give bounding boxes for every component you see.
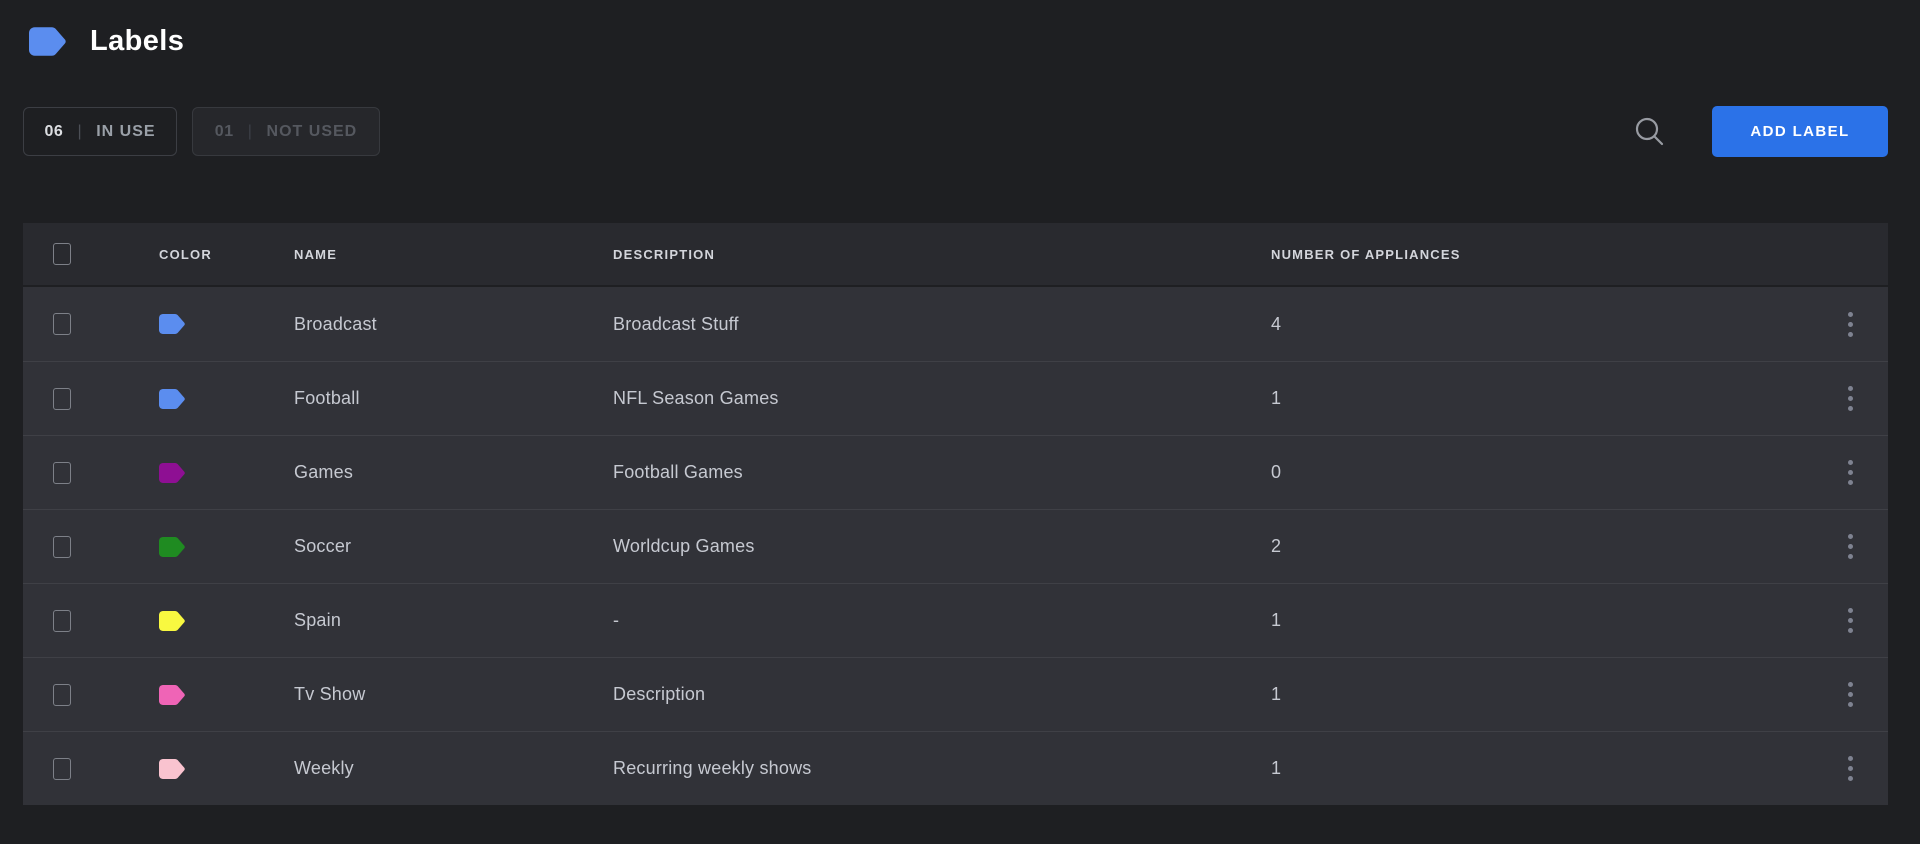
row-checkbox[interactable] <box>53 388 71 410</box>
filter-not-used-label: NOT USED <box>267 123 358 141</box>
row-checkbox[interactable] <box>53 462 71 484</box>
filter-not-used[interactable]: 01 | NOT USED <box>192 107 380 156</box>
filter-divider: | <box>248 123 253 141</box>
label-description: NFL Season Games <box>613 388 1271 409</box>
label-description: Worldcup Games <box>613 536 1271 557</box>
label-color-chip <box>159 611 185 631</box>
column-header-name: NAME <box>294 247 613 262</box>
label-color-chip <box>159 389 185 409</box>
appliance-count: 1 <box>1271 610 1812 631</box>
search-icon <box>1633 115 1667 149</box>
column-header-description: DESCRIPTION <box>613 247 1271 262</box>
filter-not-used-count: 01 <box>215 123 234 141</box>
table-row: Tv Show Description 1 <box>23 657 1888 731</box>
row-checkbox-cell <box>23 462 159 484</box>
appliance-count: 2 <box>1271 536 1812 557</box>
labels-page: Labels 06 | IN USE 01 | NOT USED ADD LAB… <box>0 0 1920 844</box>
row-color-cell <box>159 389 294 409</box>
label-name: Soccer <box>294 536 613 557</box>
row-menu-button[interactable] <box>1812 380 1888 417</box>
row-menu-button[interactable] <box>1812 528 1888 565</box>
row-color-cell <box>159 314 294 334</box>
row-checkbox[interactable] <box>53 684 71 706</box>
page-title: Labels <box>90 25 184 58</box>
label-description: - <box>613 610 1271 631</box>
row-menu-button[interactable] <box>1812 676 1888 713</box>
label-name: Games <box>294 462 613 483</box>
filter-in-use[interactable]: 06 | IN USE <box>23 107 177 156</box>
search-button[interactable] <box>1632 114 1668 150</box>
label-color-chip <box>159 537 185 557</box>
row-color-cell <box>159 611 294 631</box>
table-header-row: COLOR NAME DESCRIPTION NUMBER OF APPLIAN… <box>23 223 1888 285</box>
page-header: Labels <box>29 25 184 58</box>
row-checkbox-cell <box>23 758 159 780</box>
appliance-count: 1 <box>1271 684 1812 705</box>
label-description: Broadcast Stuff <box>613 314 1271 335</box>
row-menu-button[interactable] <box>1812 750 1888 787</box>
label-name: Weekly <box>294 758 613 779</box>
filter-in-use-label: IN USE <box>96 123 155 141</box>
row-checkbox-cell <box>23 684 159 706</box>
row-menu-button[interactable] <box>1812 454 1888 491</box>
label-description: Description <box>613 684 1271 705</box>
table-row: Weekly Recurring weekly shows 1 <box>23 731 1888 805</box>
column-header-color: COLOR <box>159 247 294 262</box>
row-checkbox-cell <box>23 610 159 632</box>
select-all-checkbox[interactable] <box>53 243 71 265</box>
row-color-cell <box>159 685 294 705</box>
row-color-cell <box>159 537 294 557</box>
label-tag-icon <box>29 26 66 57</box>
appliance-count: 4 <box>1271 314 1812 335</box>
add-label-button[interactable]: ADD LABEL <box>1712 106 1888 157</box>
label-color-chip <box>159 314 185 334</box>
row-color-cell <box>159 463 294 483</box>
toolbar: 06 | IN USE 01 | NOT USED ADD LABEL <box>23 106 1888 157</box>
row-menu-button[interactable] <box>1812 306 1888 343</box>
table-row: Football NFL Season Games 1 <box>23 361 1888 435</box>
row-checkbox-cell <box>23 313 159 335</box>
row-color-cell <box>159 759 294 779</box>
label-name: Spain <box>294 610 613 631</box>
table-row: Soccer Worldcup Games 2 <box>23 509 1888 583</box>
filter-divider: | <box>77 123 82 141</box>
label-name: Tv Show <box>294 684 613 705</box>
label-name: Football <box>294 388 613 409</box>
filter-in-use-count: 06 <box>44 123 63 141</box>
label-description: Football Games <box>613 462 1271 483</box>
row-checkbox[interactable] <box>53 313 71 335</box>
label-color-chip <box>159 463 185 483</box>
table-row: Games Football Games 0 <box>23 435 1888 509</box>
column-header-appliances: NUMBER OF APPLIANCES <box>1271 247 1812 262</box>
row-menu-button[interactable] <box>1812 602 1888 639</box>
row-checkbox[interactable] <box>53 758 71 780</box>
table-body: Broadcast Broadcast Stuff 4 Football NFL… <box>23 287 1888 805</box>
label-color-chip <box>159 685 185 705</box>
select-all-cell <box>23 243 159 265</box>
table-row: Broadcast Broadcast Stuff 4 <box>23 287 1888 361</box>
appliance-count: 1 <box>1271 758 1812 779</box>
table-row: Spain - 1 <box>23 583 1888 657</box>
labels-table: COLOR NAME DESCRIPTION NUMBER OF APPLIAN… <box>23 223 1888 805</box>
label-description: Recurring weekly shows <box>613 758 1271 779</box>
label-color-chip <box>159 759 185 779</box>
row-checkbox-cell <box>23 536 159 558</box>
row-checkbox[interactable] <box>53 610 71 632</box>
label-name: Broadcast <box>294 314 613 335</box>
row-checkbox[interactable] <box>53 536 71 558</box>
appliance-count: 1 <box>1271 388 1812 409</box>
appliance-count: 0 <box>1271 462 1812 483</box>
row-checkbox-cell <box>23 388 159 410</box>
